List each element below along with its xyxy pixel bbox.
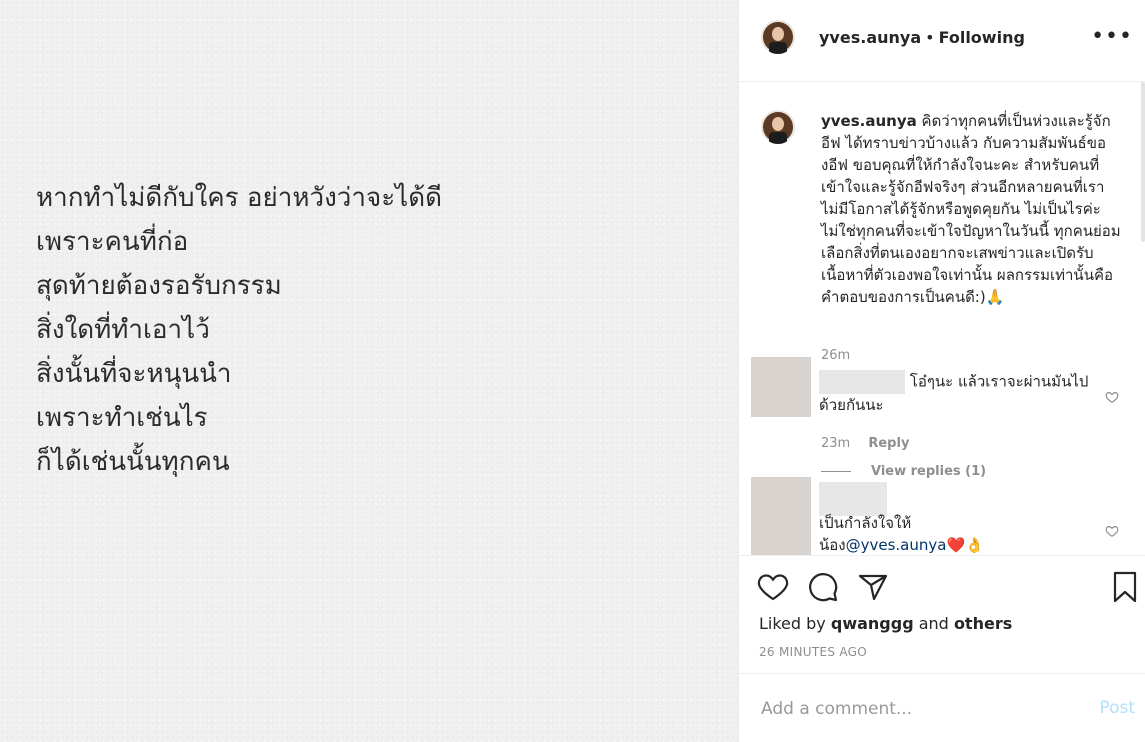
liker-username[interactable]: qwanggg [831,614,914,633]
mention-link[interactable]: @yves.aunya [846,536,947,554]
likes-others-link[interactable]: others [954,614,1012,633]
comment-body-prefix: น้อง [819,536,846,554]
header-user-line: yves.aunya • Following [819,28,1025,47]
comment-like-heart-icon[interactable] [1105,390,1119,404]
caption-text: yves.aunya คิดว่าทุกคนที่เป็นห่วงและรู้จ… [821,110,1121,308]
post-header: yves.aunya • Following ••• [739,0,1145,82]
commenter-avatar[interactable] [751,357,811,417]
commenter-avatar[interactable] [751,477,811,555]
comment-icon[interactable] [807,571,839,603]
avatar[interactable] [761,20,795,54]
following-button[interactable]: Following [939,28,1025,47]
poem-line: สุดท้ายต้องรอรับกรรม [36,271,282,301]
poem-line: เพราะทำเช่นไร [36,403,208,433]
view-replies-button[interactable]: View replies (1) [821,464,986,479]
redacted-username [819,482,887,516]
comment-text: เป็นกำลังใจให้ น้อง@yves.aunya❤️👌 [819,512,1089,555]
likes-and: and [918,614,949,633]
caption-username[interactable]: yves.aunya [821,112,917,130]
poem-line: สิ่งใดที่ทำเอาไว้ [36,315,210,345]
more-options-icon[interactable]: ••• [1091,24,1133,49]
comment-text: โอ๋ๆนะ แล้วเราจะผ่านมันไปด้วยกันนะ [819,370,1089,416]
poem-line: เพราะคนที่ก่อ [36,227,189,257]
reply-button[interactable]: Reply [868,436,909,451]
post-comment-button[interactable]: Post [1099,698,1135,718]
post-side-panel: yves.aunya • Following ••• yves.aunya คิดว… [738,0,1145,742]
add-comment-bar: Post [739,673,1145,742]
comment-meta: 23m Reply [821,436,923,451]
comments-scrollbar[interactable] [1141,82,1145,242]
comment-emoji: ❤️👌 [946,536,984,554]
post-timestamp[interactable]: 26 MINUTES AGO [759,645,867,659]
comment-like-heart-icon[interactable] [1105,524,1119,538]
add-comment-input[interactable] [759,698,1083,720]
poem-line: สิ่งนั้นที่จะหนุนนำ [36,359,232,389]
caption-body: คิดว่าทุกคนที่เป็นห่วงและรู้จักอีฟ ได้ทร… [821,112,1121,306]
bookmark-icon[interactable] [1109,571,1141,603]
comments-section[interactable]: yves.aunya คิดว่าทุกคนที่เป็นห่วงและรู้จ… [739,82,1145,555]
likes-summary: Liked by qwanggg and others [759,614,1012,633]
share-icon[interactable] [857,571,889,603]
poem-line: หากทำไม่ดีกับใคร อย่าหวังว่าจะได้ดี [36,183,443,213]
post-image[interactable]: หากทำไม่ดีกับใคร อย่าหวังว่าจะได้ดี เพรา… [0,0,738,742]
view-replies-label: View replies (1) [871,464,987,479]
header-username[interactable]: yves.aunya [819,28,921,47]
poem-text: หากทำไม่ดีกับใคร อย่าหวังว่าจะได้ดี เพรา… [36,176,442,484]
comment-time[interactable]: 23m [821,436,850,451]
caption-avatar[interactable] [761,110,795,144]
like-heart-icon[interactable] [757,571,789,603]
redacted-username [819,370,905,394]
replies-divider [821,471,851,472]
caption-time[interactable]: 26m [821,348,850,363]
likes-prefix: Liked by [759,614,826,633]
action-bar: Liked by qwanggg and others 26 MINUTES A… [739,555,1145,673]
poem-line: ก็ได้เช่นนั้นทุกคน [36,447,230,477]
separator-dot: • [925,28,935,47]
comment-body: เป็นกำลังใจให้ [819,514,912,532]
